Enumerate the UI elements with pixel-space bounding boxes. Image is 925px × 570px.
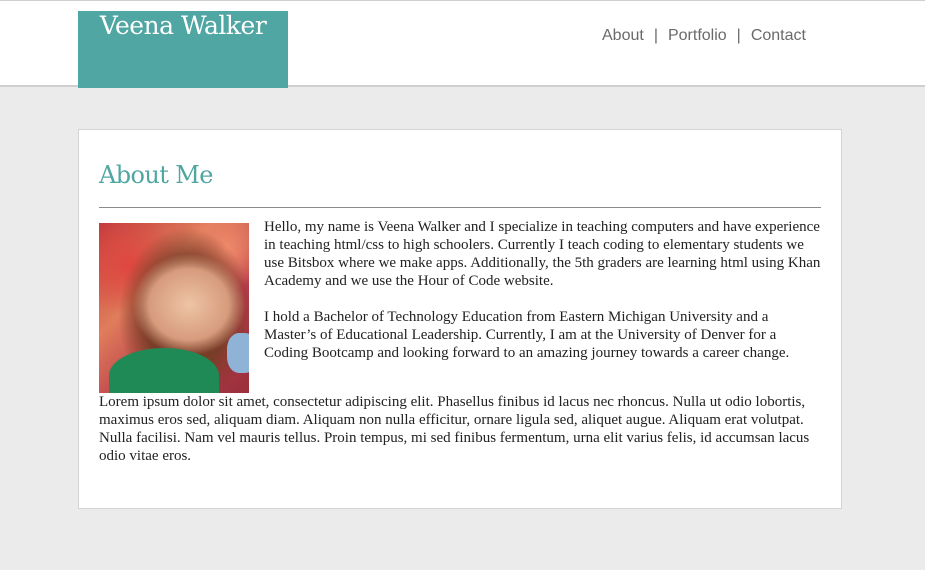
nav-link-portfolio[interactable]: Portfolio xyxy=(668,27,727,44)
profile-photo-sleeve xyxy=(227,333,249,373)
title-divider xyxy=(99,207,821,208)
nav-separator: | xyxy=(653,27,658,44)
nav-separator: | xyxy=(736,27,741,44)
lorem-paragraph: Lorem ipsum dolor sit amet, consectetur … xyxy=(99,394,810,464)
site-logo[interactable]: Veena Walker xyxy=(78,11,288,88)
profile-photo-shirt xyxy=(109,348,219,393)
about-title: About Me xyxy=(99,161,213,189)
nav-link-about[interactable]: About xyxy=(602,27,644,44)
main-nav: About | Portfolio | Contact xyxy=(602,26,806,46)
nav-link-contact[interactable]: Contact xyxy=(751,27,806,44)
site-header: Veena Walker About | Portfolio | Contact xyxy=(0,0,925,88)
site-logo-text: Veena Walker xyxy=(99,11,267,40)
profile-photo xyxy=(99,223,249,393)
about-card: About Me Hello, my name is Veena Walker … xyxy=(78,129,842,509)
about-content: Hello, my name is Veena Walker and I spe… xyxy=(99,218,823,465)
